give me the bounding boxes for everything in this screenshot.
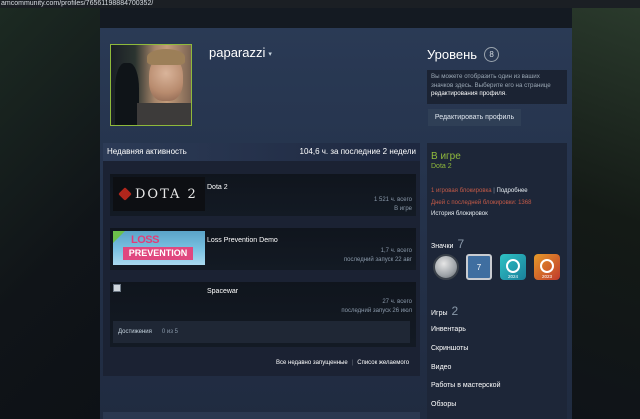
recent-game-loss-prevention: LOSS PREVENTION Loss Prevention Demo 1,7…: [110, 228, 416, 270]
badges-header[interactable]: Значки 7: [431, 237, 464, 251]
badge-year: 2023: [541, 274, 552, 279]
activity-footer-links: Все недавно запущенные | Список желаемог…: [276, 360, 409, 366]
steam-2023-badge-icon[interactable]: 2023: [534, 254, 560, 280]
ban-count: 1 игровая блокировка: [431, 188, 492, 194]
game-capsule-dota2[interactable]: DOTA 2: [113, 177, 205, 211]
status-game-link[interactable]: Dota 2: [431, 163, 452, 170]
recent-game-dota2: DOTA 2 Dota 2 1 521 ч. всего В игре: [110, 174, 416, 216]
browser-url-bar[interactable]: amcommunity.com/profiles/765611988847003…: [0, 0, 640, 8]
game-capsule-loss-prevention[interactable]: LOSS PREVENTION: [113, 231, 205, 265]
reviews-link[interactable]: Обзоры: [431, 401, 456, 408]
game-stats: 1,7 ч. всего последний запуск 22 авг: [344, 247, 412, 265]
all-recent-games-link[interactable]: Все недавно запущенные: [276, 360, 348, 366]
game-stats: 27 ч. всего последний запуск 26 июл: [341, 298, 412, 316]
screenshots-link[interactable]: Скриншоты: [431, 345, 468, 352]
recent-activity-title: Недавняя активность: [107, 147, 187, 156]
steam-logo-icon: [540, 259, 554, 273]
workshop-link[interactable]: Работы в мастерской: [431, 382, 501, 389]
games-header[interactable]: Игры 2: [431, 304, 458, 318]
dota-capsule-text: DOTA 2: [135, 186, 198, 202]
years-of-service-badge-icon[interactable]: 7: [466, 254, 492, 280]
games-count: 2: [451, 304, 459, 318]
steam-logo-icon: [506, 259, 520, 273]
next-section-strip: [103, 412, 420, 419]
status-title: В игре: [431, 151, 461, 162]
edit-profile-button[interactable]: Редактировать профиль: [428, 109, 521, 126]
game-total-hours: 27 ч. всего: [382, 299, 412, 305]
level-info-end: .: [505, 90, 507, 97]
avatar-shadow-figure: [115, 63, 139, 125]
level-badge: 8: [484, 47, 500, 62]
capsule-text-line2: PREVENTION: [123, 247, 193, 260]
persona-name: paparazzi: [209, 45, 266, 60]
achievements-progress: 0 из 5: [161, 329, 178, 335]
level-header: Уровень 8: [427, 47, 500, 62]
achievements-bar[interactable]: Достижения 0 из 5: [113, 321, 410, 343]
inventory-link[interactable]: Инвентарь: [431, 326, 466, 333]
game-total-hours: 1,7 ч. всего: [380, 248, 412, 254]
game-total-hours: 1 521 ч. всего: [374, 197, 412, 203]
game-status: В игре: [394, 206, 412, 212]
wishlist-link[interactable]: Список желаемого: [357, 360, 409, 366]
dota-logo-icon: [118, 187, 132, 201]
games-label: Игры: [431, 310, 448, 317]
ban-details-link[interactable]: Подробнее: [497, 188, 528, 194]
avatar-shirt: [137, 103, 191, 125]
avatar[interactable]: [110, 44, 192, 126]
game-last-played: последний запуск 22 авг: [343, 257, 412, 263]
ban-separator: |: [493, 188, 495, 194]
recent-activity-hours: 104,6 ч. за последние 2 недели: [299, 147, 417, 156]
game-name-link[interactable]: Loss Prevention Demo: [207, 237, 278, 244]
capsule-text-line1: LOSS: [131, 234, 159, 246]
level-title: Уровень: [427, 47, 478, 62]
profile-background-right: [572, 8, 640, 419]
game-name-link[interactable]: Dota 2: [207, 184, 228, 191]
chevron-down-icon: ▾: [268, 51, 272, 58]
persona-name-dropdown[interactable]: paparazzi ▾: [209, 45, 272, 60]
edit-profile-link[interactable]: редактирования профиля: [431, 90, 505, 97]
level-info-box: Вы можете отобразить один из ваших значк…: [427, 70, 567, 104]
badge-year: 2024: [507, 274, 518, 279]
broken-image-icon[interactable]: [113, 284, 121, 292]
ban-info: 1 игровая блокировка | Подробнее: [431, 188, 528, 194]
badges-count: 7: [457, 237, 465, 251]
achievements-label: Достижения: [118, 329, 152, 335]
days-since-ban: Дней с последней блокировки: 1368: [431, 200, 532, 206]
game-name-link[interactable]: Spacewar: [207, 288, 238, 295]
avatar-hair: [147, 49, 185, 65]
videos-link[interactable]: Видео: [431, 364, 451, 371]
badges-label: Значки: [431, 243, 454, 250]
game-last-played: последний запуск 26 июл: [341, 308, 412, 314]
demo-ribbon-icon: [113, 231, 125, 243]
badge-years-text: 7: [476, 262, 482, 272]
profile-background-left: [0, 8, 100, 419]
profile-sidebar: [427, 143, 567, 419]
silver-coin-badge-icon[interactable]: [433, 254, 459, 280]
ban-history-link[interactable]: История блокировок: [431, 211, 488, 217]
recent-activity-header: Недавняя активность 104,6 ч. за последни…: [103, 143, 420, 161]
link-separator: |: [351, 360, 354, 366]
game-stats: 1 521 ч. всего В игре: [374, 196, 412, 214]
level-info-text: Вы можете отобразить один из ваших значк…: [431, 73, 551, 89]
steam-2024-badge-icon[interactable]: 2024: [500, 254, 526, 280]
